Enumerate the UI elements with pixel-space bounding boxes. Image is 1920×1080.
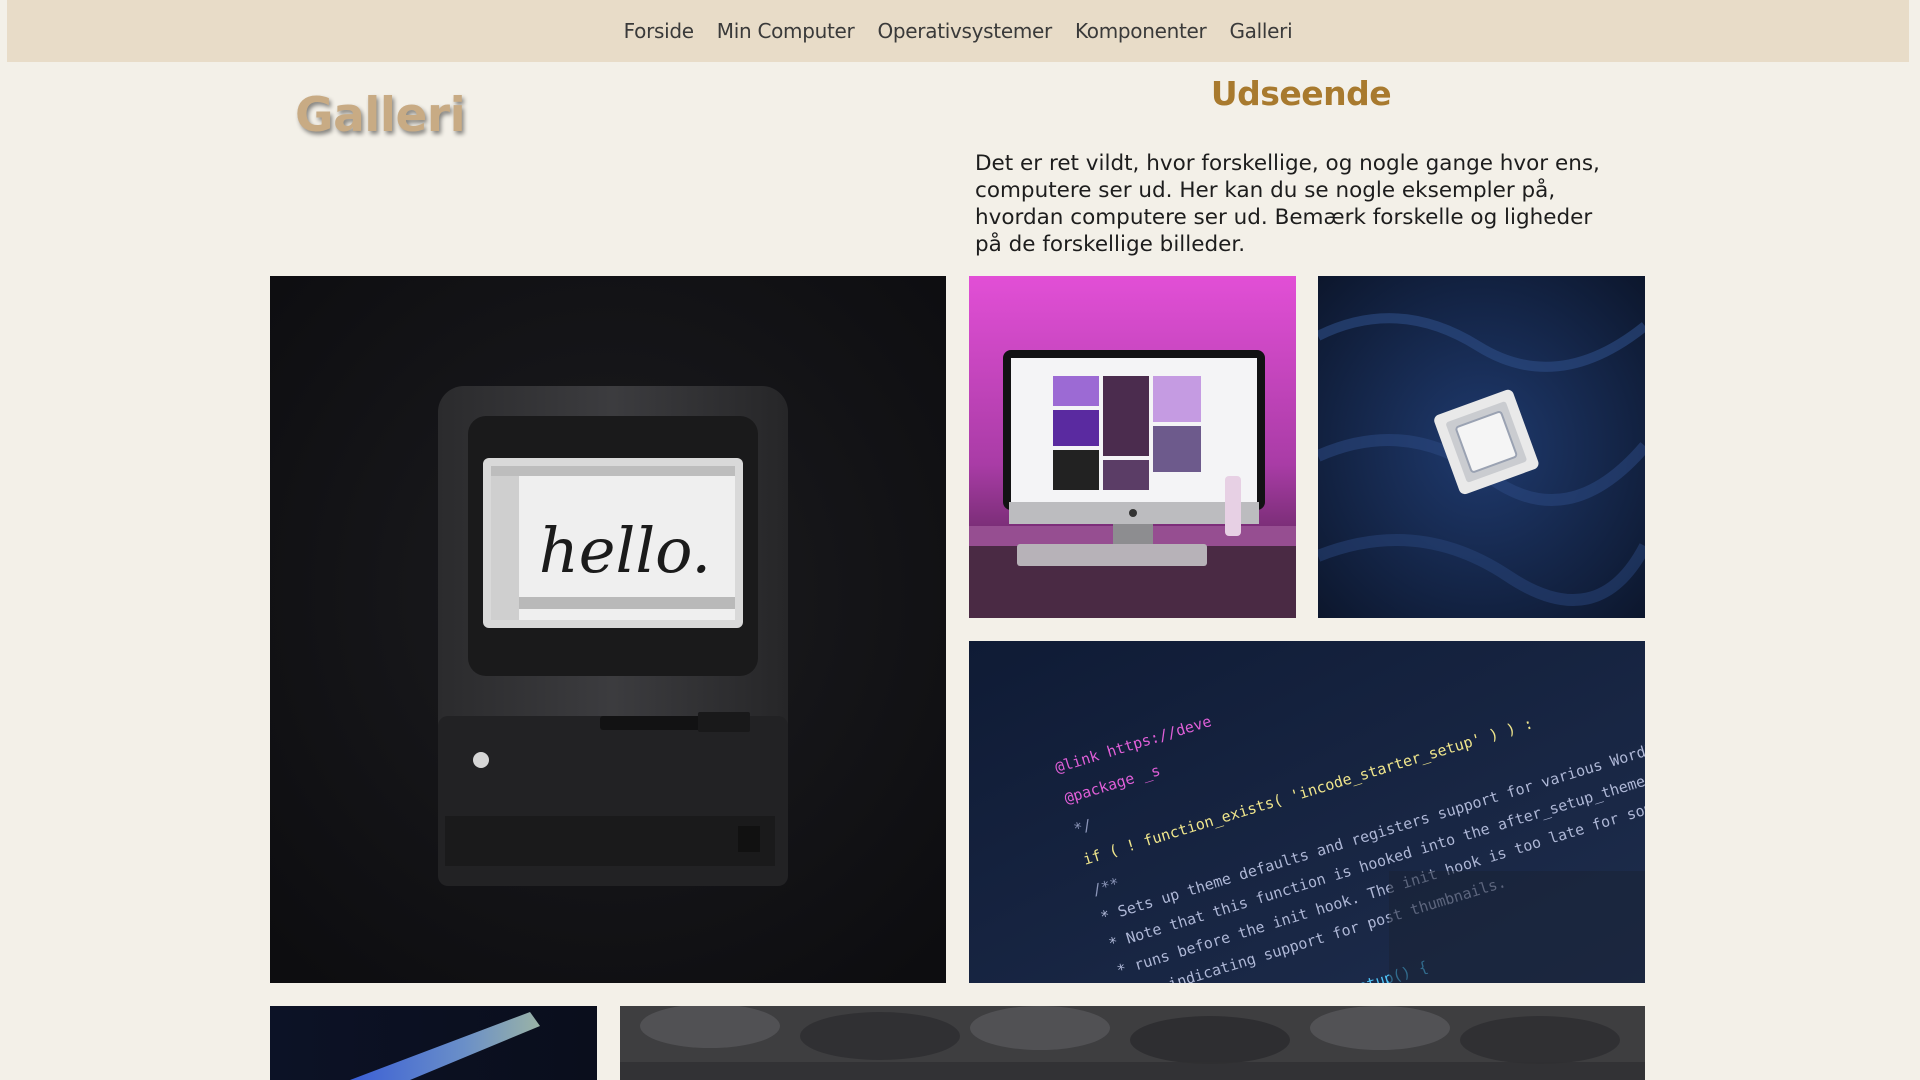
gallery-image-cpu-chip (1318, 276, 1645, 618)
section-title: Udseende (1210, 74, 1392, 113)
intro-paragraph: Det er ret vildt, hvor forskellige, og n… (975, 151, 1600, 257)
gallery-image-bottom-left (270, 1006, 597, 1080)
nav-link-min-computer[interactable]: Min Computer (717, 19, 855, 43)
gallery-image-imac-pink (969, 276, 1296, 618)
top-navbar: Forside Min Computer Operativsystemer Ko… (7, 0, 1909, 62)
apple-logo-icon (473, 752, 489, 768)
gallery-image-vintage-computer: hello. (270, 276, 946, 983)
page-title: Galleri (295, 88, 466, 143)
vintage-screen-text: hello. (539, 514, 711, 587)
gallery-image-code-screen: @link https://deve @package _s */ if ( !… (969, 641, 1645, 983)
nav-link-forside[interactable]: Forside (624, 19, 694, 43)
nav-link-galleri[interactable]: Galleri (1229, 19, 1292, 43)
nav-link-operativsystemer[interactable]: Operativsystemer (877, 19, 1052, 43)
gallery-image-keyboard (620, 1006, 1645, 1080)
nav-link-komponenter[interactable]: Komponenter (1075, 19, 1207, 43)
